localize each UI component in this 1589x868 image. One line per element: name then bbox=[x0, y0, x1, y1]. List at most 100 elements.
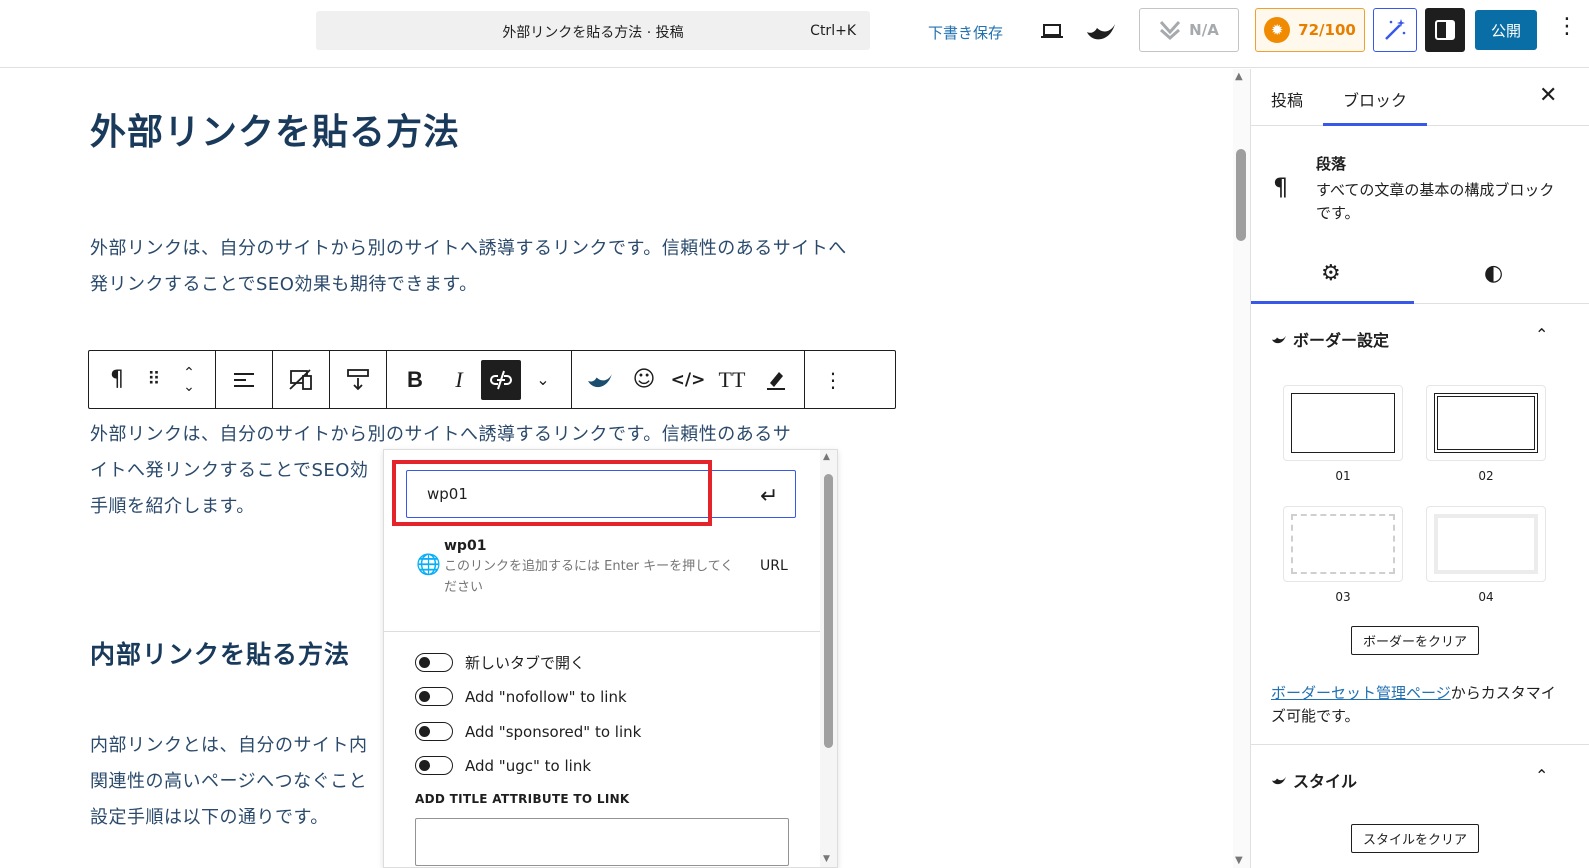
na-score-button[interactable]: N/A bbox=[1139, 8, 1239, 52]
block-type-group: ¶ ⠿ ⌃ ⌄ bbox=[89, 351, 216, 408]
toggle-new-tab[interactable]: 新しいタブで開く bbox=[415, 652, 585, 673]
drag-handle-icon[interactable]: ⠿ bbox=[139, 360, 169, 400]
block-options-icon[interactable]: ⋮ bbox=[811, 360, 855, 400]
border-set-note: ボーダーセット管理ページからカスタマイズ可能です。 bbox=[1271, 682, 1561, 728]
border-option-02[interactable] bbox=[1426, 385, 1546, 461]
toggle-nofollow[interactable]: Add "nofollow" to link bbox=[415, 687, 627, 706]
toggle-label: 新しいタブで開く bbox=[465, 654, 586, 672]
settings-panel-toggle[interactable] bbox=[1425, 8, 1465, 52]
chevron-up-icon[interactable]: ⌃ bbox=[1535, 325, 1548, 344]
publish-button[interactable]: 公開 bbox=[1475, 10, 1537, 50]
hide-device-icon[interactable] bbox=[279, 360, 323, 400]
clear-style-button[interactable]: スタイルをクリア bbox=[1351, 824, 1479, 853]
popover-scrollbar[interactable]: ▲ ▼ bbox=[820, 450, 837, 867]
toggle-switch[interactable] bbox=[415, 756, 453, 775]
swell-logo-icon bbox=[1272, 335, 1286, 344]
chevron-up-icon[interactable]: ⌃ bbox=[1535, 766, 1548, 785]
block-inspector-tabs: ⚙ ◐ bbox=[1251, 247, 1589, 304]
close-icon[interactable]: ✕ bbox=[1539, 83, 1557, 108]
scroll-down-icon[interactable]: ▼ bbox=[823, 854, 830, 864]
toggle-switch[interactable] bbox=[415, 687, 453, 706]
seo-icon bbox=[1160, 20, 1181, 40]
italic-icon[interactable]: I bbox=[437, 360, 481, 400]
paragraph-block-1[interactable]: 外部リンクは、自分のサイトから別のサイトへ誘導するリンクです。信頼性のあるサイト… bbox=[90, 231, 850, 303]
block-toolbar: ¶ ⠿ ⌃ ⌄ B I ⌄ ☺ </> TT ⋮ bbox=[88, 350, 896, 409]
clear-border-button[interactable]: ボーダーをクリア bbox=[1351, 626, 1479, 655]
border-settings-header[interactable]: ボーダー設定 bbox=[1271, 327, 1389, 351]
score-gear-icon: ✹ bbox=[1264, 17, 1291, 43]
border-set-manage-link[interactable]: ボーダーセット管理ページ bbox=[1271, 684, 1451, 702]
more-format-chevron-icon[interactable]: ⌄ bbox=[521, 360, 565, 400]
tab-block[interactable]: ブロック bbox=[1343, 87, 1407, 111]
paragraph-icon: ¶ bbox=[1273, 173, 1289, 201]
border-option-label: 04 bbox=[1478, 590, 1494, 604]
toggle-label: Add "sponsored" to link bbox=[465, 722, 642, 741]
highlight-marker-icon[interactable] bbox=[754, 360, 798, 400]
paragraph-icon[interactable]: ¶ bbox=[95, 360, 139, 400]
sidebar-icon bbox=[1435, 20, 1455, 40]
scroll-thumb[interactable] bbox=[1236, 149, 1246, 241]
scroll-up-icon[interactable]: ▲ bbox=[1235, 71, 1243, 82]
toggle-label: Add "ugc" to link bbox=[465, 756, 592, 775]
move-up-down-icon[interactable]: ⌃ ⌄ bbox=[169, 360, 209, 400]
block-description: すべての文章の基本の構成ブロックです。 bbox=[1316, 181, 1555, 222]
more-options-icon[interactable]: ⋮ bbox=[1556, 16, 1578, 38]
extra-format-group: ☺ </> TT bbox=[572, 351, 805, 408]
align-group bbox=[216, 351, 273, 408]
border-option-04[interactable] bbox=[1426, 506, 1546, 582]
inline-code-icon[interactable]: </> bbox=[666, 360, 710, 400]
command-palette-button[interactable]: 外部リンクを貼る方法 · 投稿 Ctrl+K bbox=[316, 11, 870, 50]
toggle-sponsored[interactable]: Add "sponsored" to link bbox=[415, 722, 641, 741]
border-option-label: 02 bbox=[1478, 469, 1494, 483]
toggle-switch[interactable] bbox=[415, 722, 453, 741]
swell-format-icon[interactable] bbox=[578, 360, 622, 400]
unlink-icon[interactable] bbox=[481, 359, 521, 400]
link-suggestion[interactable]: 🌐 wp01 このリンクを追加するには Enter キーを押してください URL bbox=[414, 536, 794, 596]
style-section-header[interactable]: スタイル bbox=[1271, 768, 1357, 792]
submit-enter-icon[interactable]: ↵ bbox=[760, 484, 778, 509]
settings-gear-icon[interactable]: ⚙ bbox=[1321, 261, 1341, 286]
link-popover: wp01 ↵ 🌐 wp01 このリンクを追加するには Enter キーを押してく… bbox=[383, 449, 838, 868]
na-label: N/A bbox=[1189, 21, 1219, 39]
styles-contrast-icon[interactable]: ◐ bbox=[1484, 261, 1503, 286]
link-url-input[interactable]: wp01 bbox=[406, 470, 796, 518]
scroll-up-icon[interactable]: ▲ bbox=[823, 452, 830, 462]
section-title: ボーダー設定 bbox=[1293, 331, 1390, 350]
active-tab-indicator bbox=[1251, 301, 1414, 304]
border-option-label: 03 bbox=[1335, 590, 1351, 604]
document-title: 外部リンクを貼る方法 · 投稿 bbox=[502, 25, 684, 41]
toggle-ugc[interactable]: Add "ugc" to link bbox=[415, 756, 591, 775]
post-title[interactable]: 外部リンクを貼る方法 bbox=[90, 103, 460, 155]
editor-scrollbar[interactable]: ▲ ▼ bbox=[1233, 69, 1250, 868]
margin-icon[interactable] bbox=[336, 360, 380, 400]
format-group: B I ⌄ bbox=[387, 351, 572, 408]
toggle-switch[interactable] bbox=[415, 653, 453, 672]
preview-device-icon[interactable] bbox=[1038, 18, 1066, 44]
border-option-01[interactable] bbox=[1283, 385, 1403, 461]
block-name: 段落 bbox=[1316, 155, 1347, 173]
suggestion-title: wp01 bbox=[444, 538, 487, 554]
magic-wand-icon bbox=[1385, 19, 1406, 40]
heading-block[interactable]: 内部リンクを貼る方法 bbox=[90, 635, 350, 671]
scroll-down-icon[interactable]: ▼ bbox=[1235, 855, 1243, 866]
swell-logo-icon[interactable] bbox=[1084, 16, 1118, 46]
align-left-icon[interactable] bbox=[222, 360, 266, 400]
top-toolbar: 外部リンクを貼る方法 · 投稿 Ctrl+K 下書き保存 N/A ✹ 72/10… bbox=[0, 0, 1589, 68]
emoji-icon[interactable]: ☺ bbox=[622, 360, 666, 400]
text-size-icon[interactable]: TT bbox=[710, 360, 754, 400]
paragraph-block-2-line-1[interactable]: 外部リンクは、自分のサイトから別のサイトへ誘導するリンクです。信頼性のあるサ bbox=[90, 417, 850, 453]
save-draft-button[interactable]: 下書き保存 bbox=[928, 22, 1003, 43]
suggestion-type: URL bbox=[760, 558, 788, 574]
sidebar-tabs: 投稿 ブロック ✕ bbox=[1251, 69, 1589, 126]
tab-post[interactable]: 投稿 bbox=[1271, 87, 1303, 111]
scroll-thumb[interactable] bbox=[824, 474, 833, 748]
border-option-03[interactable] bbox=[1283, 506, 1403, 582]
swell-logo-icon bbox=[1272, 776, 1286, 785]
divider bbox=[384, 631, 820, 632]
ai-wand-button[interactable] bbox=[1373, 8, 1417, 52]
divider bbox=[1251, 744, 1589, 745]
seo-score-button[interactable]: ✹ 72/100 bbox=[1255, 8, 1365, 52]
title-attribute-input[interactable] bbox=[415, 818, 789, 866]
settings-sidebar: 投稿 ブロック ✕ ¶ 段落 すべての文章の基本の構成ブロックです。 ⚙ ◐ ボ… bbox=[1250, 69, 1589, 868]
bold-icon[interactable]: B bbox=[393, 360, 437, 400]
